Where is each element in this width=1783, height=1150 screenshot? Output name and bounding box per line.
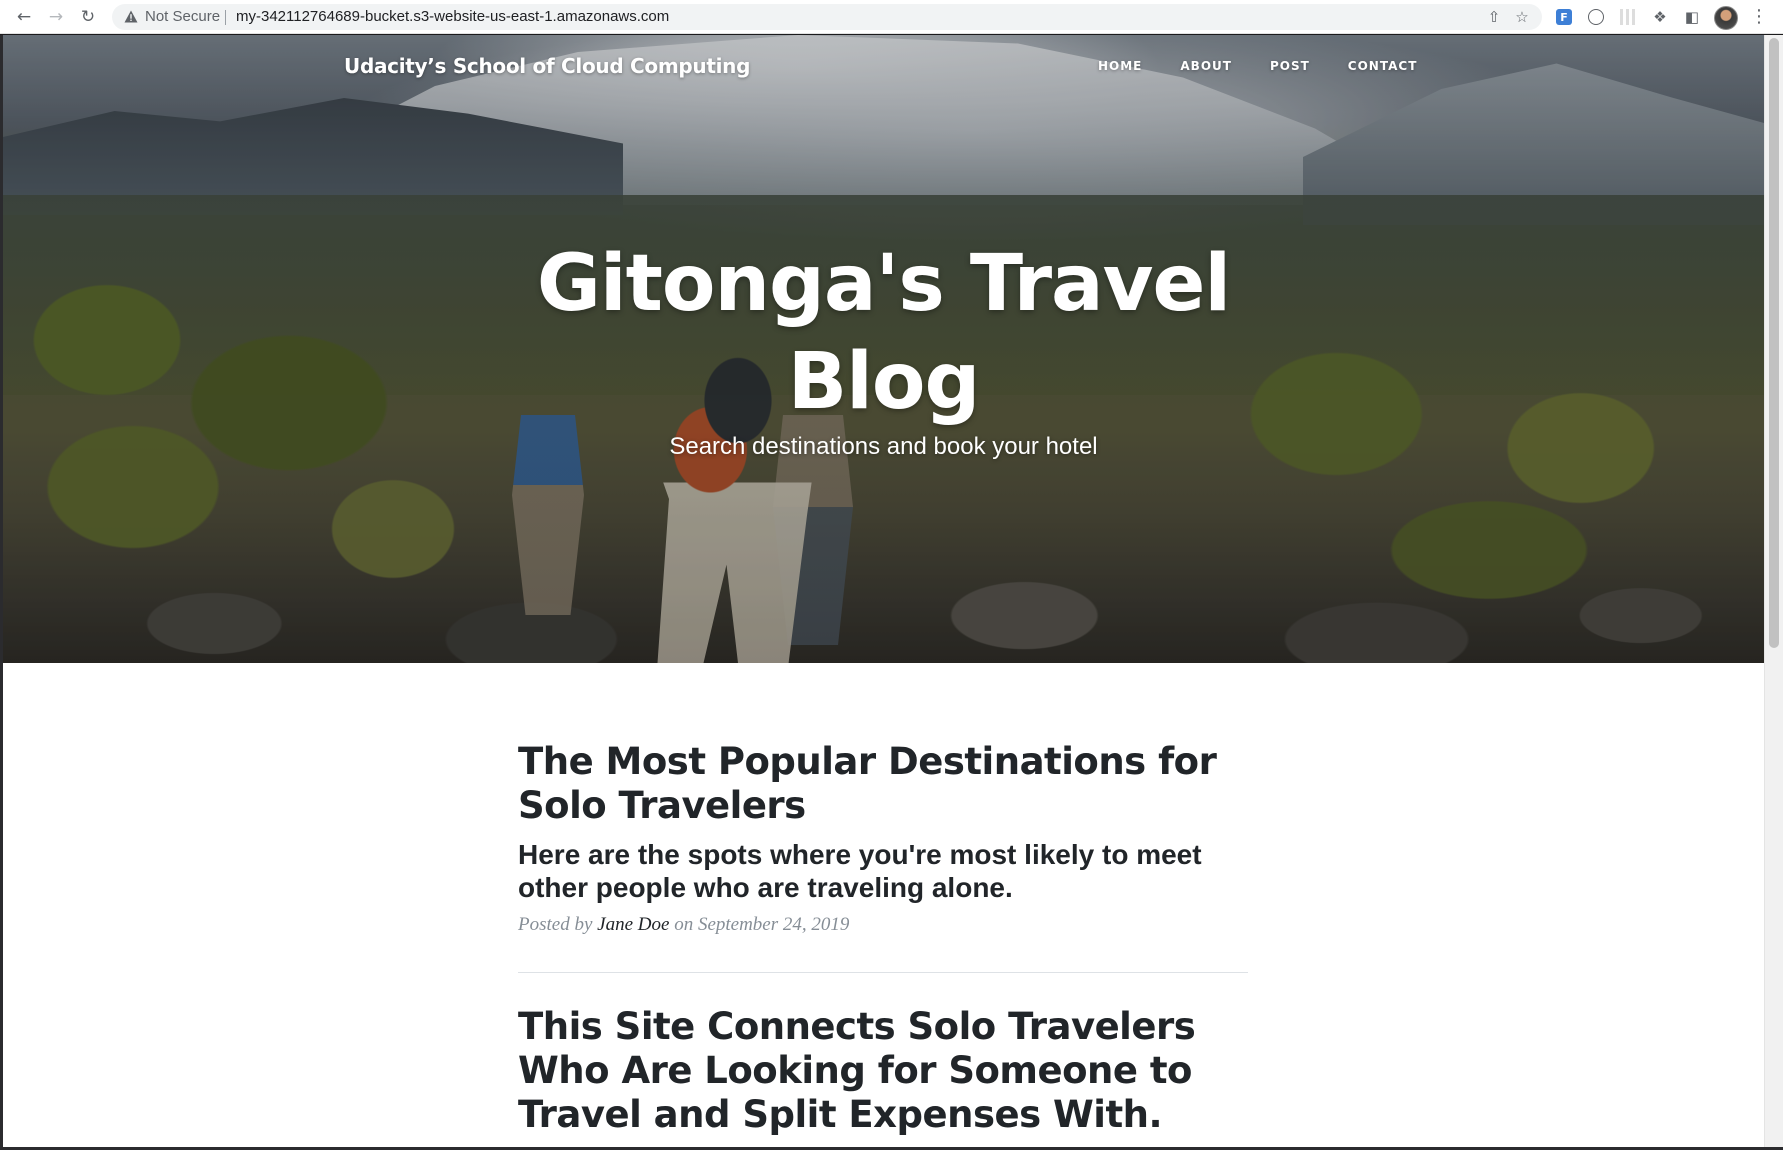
address-bar[interactable]: Not Secure my-342112764689-bucket.s3-web… [112,4,1542,30]
warning-icon[interactable] [124,10,138,23]
side-panel-icon[interactable]: ◧ [1682,7,1702,27]
extension-circle-icon[interactable] [1588,9,1604,25]
post-preview[interactable]: This Site Connects Solo Travelers Who Ar… [518,1005,1248,1137]
back-arrow-icon[interactable]: ← [14,7,34,27]
hero-title-line-2: Blog [787,337,981,427]
post-list: The Most Popular Destinations for Solo T… [518,740,1248,1137]
nav-link-contact[interactable]: CONTACT [1348,59,1418,73]
page-scrollbar[interactable] [1764,35,1783,1147]
share-icon[interactable]: ⇧ [1484,7,1504,27]
menu-dots-icon[interactable]: ⋮ [1750,6,1768,30]
site-nav: HOME ABOUT POST CONTACT [1098,59,1455,73]
nav-link-post[interactable]: POST [1270,59,1310,73]
omnibox-divider [225,10,226,25]
extension-grid-icon[interactable] [1620,9,1636,25]
post-meta-date: on September 24, 2019 [669,914,850,935]
post-meta: Posted by Jane Doe on September 24, 2019 [518,914,1248,936]
post-title[interactable]: The Most Popular Destinations for Solo T… [518,740,1248,828]
post-title[interactable]: This Site Connects Solo Travelers Who Ar… [518,1005,1248,1137]
puzzle-icon[interactable]: ❖ [1650,7,1670,27]
profile-avatar[interactable] [1714,6,1738,30]
post-author-link[interactable]: Jane Doe [597,914,669,935]
browser-toolbar: ← → ↻ Not Secure my-342112764689-bucket.… [0,0,1783,34]
hero-title: Gitonga's Travel Blog [3,235,1764,431]
post-meta-prefix: Posted by [518,914,598,935]
hero-header: Udacity’s School of Cloud Computing HOME… [3,35,1764,663]
nav-link-home[interactable]: HOME [1098,59,1142,73]
nav-link-about[interactable]: ABOUT [1180,59,1232,73]
hero-title-line-1: Gitonga's Travel [536,239,1231,329]
reload-icon[interactable]: ↻ [78,7,98,27]
scrollbar-thumb[interactable] [1769,38,1779,648]
security-label[interactable]: Not Secure [145,8,220,25]
extension-f-icon[interactable]: F [1556,9,1572,25]
hero-subtitle: Search destinations and book your hotel [669,433,1098,460]
site-brand-link[interactable]: Udacity’s School of Cloud Computing [344,54,750,78]
star-icon[interactable]: ☆ [1512,7,1532,27]
forward-arrow-icon[interactable]: → [46,7,66,27]
post-divider [518,972,1248,973]
post-preview[interactable]: The Most Popular Destinations for Solo T… [518,740,1248,936]
page-viewport: Udacity’s School of Cloud Computing HOME… [3,35,1764,1147]
post-subtitle[interactable]: Here are the spots where you're most lik… [518,838,1248,904]
url-text[interactable]: my-342112764689-bucket.s3-website-us-eas… [236,8,669,25]
